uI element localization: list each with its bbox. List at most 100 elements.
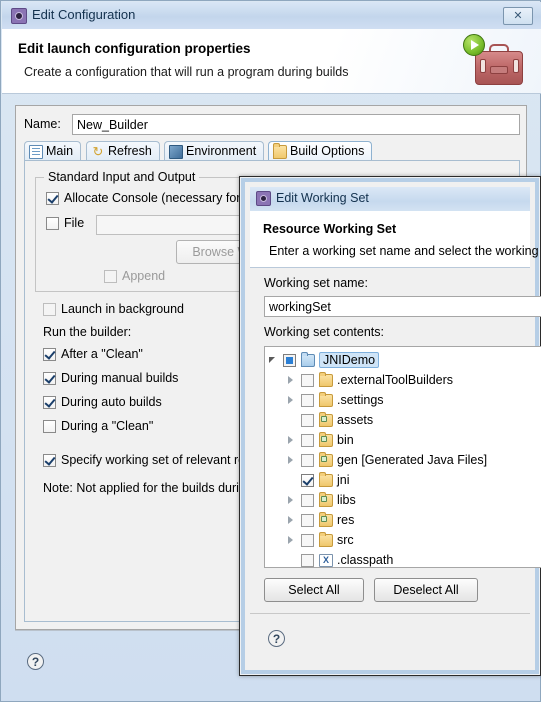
- after-clean-checkbox[interactable]: [43, 348, 56, 361]
- refresh-icon: ↻: [92, 144, 104, 159]
- tab-refresh-label: Refresh: [108, 144, 152, 158]
- help-icon[interactable]: ?: [27, 653, 44, 670]
- play-icon: [463, 34, 485, 56]
- during-manual-builds-label: During manual builds: [61, 371, 179, 385]
- working-set-name-input[interactable]: [264, 296, 541, 317]
- banner-subheading: Create a configuration that will run a p…: [24, 65, 349, 79]
- tree-row-label: gen [Generated Java Files]: [337, 453, 488, 467]
- banner: Edit launch configuration properties Cre…: [2, 29, 541, 94]
- chevron-right-icon[interactable]: [287, 376, 296, 385]
- source-folder-icon: [319, 492, 333, 507]
- working-set-tree[interactable]: JNIDemo .externalToolBuilders .settings ass…: [264, 346, 541, 568]
- tree-row-label: libs: [337, 493, 356, 507]
- tree-row-checkbox[interactable]: [301, 514, 314, 527]
- tab-main[interactable]: Main: [24, 141, 82, 161]
- tree-row[interactable]: jni: [265, 471, 541, 491]
- standard-io-group-caption: Standard Input and Output: [44, 170, 200, 184]
- tree-row-label: res: [337, 513, 355, 527]
- specify-working-set-label: Specify working set of relevant res: [61, 453, 252, 467]
- tree-row-checkbox[interactable]: [301, 414, 314, 427]
- tab-environment-label: Environment: [186, 144, 257, 158]
- during-auto-builds-checkbox[interactable]: [43, 396, 56, 409]
- chevron-right-icon[interactable]: [287, 456, 296, 465]
- tree-row[interactable]: X .classpath: [265, 551, 541, 567]
- chevron-right-icon[interactable]: [287, 496, 296, 505]
- tree-row-label: .externalToolBuilders: [337, 373, 454, 387]
- tree-row-checkbox[interactable]: [301, 494, 314, 507]
- tree-row-checkbox[interactable]: [301, 474, 314, 487]
- working-set-name-label: Working set name:: [264, 276, 368, 290]
- chevron-right-icon[interactable]: [287, 536, 296, 545]
- working-set-help-icon[interactable]: ?: [268, 630, 285, 647]
- xml-file-icon: X: [319, 554, 333, 567]
- tree-row-label: bin: [337, 433, 354, 447]
- tree-row-checkbox[interactable]: [283, 354, 296, 367]
- tab-environment[interactable]: Environment: [164, 141, 265, 161]
- tree-row[interactable]: bin: [265, 431, 541, 451]
- specify-working-set-checkbox[interactable]: [43, 454, 56, 467]
- tab-strip: Main ↻ Refresh Environment Build Options: [24, 141, 520, 161]
- tree-row[interactable]: assets: [265, 411, 541, 431]
- working-set-banner-subheading: Enter a working set name and select the …: [269, 244, 539, 258]
- working-set-banner: Resource Working Set Enter a working set…: [250, 211, 539, 268]
- source-folder-icon: [319, 512, 333, 527]
- screen-root: Edit Configuration ✕ Edit launch configu…: [0, 0, 541, 702]
- tree-row[interactable]: res: [265, 511, 541, 531]
- tree-row-checkbox[interactable]: [301, 534, 314, 547]
- tree-row-checkbox[interactable]: [301, 554, 314, 567]
- chevron-right-icon[interactable]: [287, 436, 296, 445]
- launch-in-background-checkbox[interactable]: [43, 303, 56, 316]
- source-folder-icon: [319, 452, 333, 467]
- name-input[interactable]: [72, 114, 520, 135]
- working-set-note: Note: Not applied for the builds duri: [43, 481, 239, 495]
- during-clean-checkbox[interactable]: [43, 420, 56, 433]
- tree-row[interactable]: libs: [265, 491, 541, 511]
- select-all-button[interactable]: Select All: [264, 578, 364, 602]
- tree-row-label: assets: [337, 413, 374, 427]
- deselect-all-button[interactable]: Deselect All: [374, 578, 478, 602]
- after-clean-label: After a "Clean": [61, 347, 143, 361]
- toolbox-run-icon: [463, 34, 525, 89]
- tree-row-checkbox[interactable]: [301, 374, 314, 387]
- launch-in-background-label: Launch in background: [61, 302, 185, 316]
- edit-working-set-window: Edit Working Set Resource Working Set En…: [239, 176, 541, 676]
- tree-row-label: src: [337, 533, 354, 547]
- append-checkbox[interactable]: [104, 270, 117, 283]
- allocate-console-label: Allocate Console (necessary for i: [64, 191, 247, 205]
- window-titlebar: Edit Configuration ✕: [2, 2, 541, 29]
- working-set-body: Working set name: Working set contents: …: [250, 268, 541, 665]
- tab-build-options[interactable]: Build Options: [268, 141, 373, 161]
- chevron-right-icon[interactable]: [287, 516, 296, 525]
- close-icon[interactable]: ✕: [503, 7, 533, 25]
- tree-row-checkbox[interactable]: [301, 434, 314, 447]
- tree-row[interactable]: gen [Generated Java Files]: [265, 451, 541, 471]
- banner-heading: Edit launch configuration properties: [18, 41, 251, 56]
- gear-icon: [256, 191, 271, 206]
- folder-icon: [319, 372, 333, 387]
- tree-row-label: .classpath: [337, 553, 394, 567]
- folder-icon: [273, 143, 287, 159]
- during-manual-builds-checkbox[interactable]: [43, 372, 56, 385]
- run-the-builder-label: Run the builder:: [43, 325, 132, 339]
- chevron-right-icon[interactable]: [287, 396, 296, 405]
- append-label: Append: [122, 269, 166, 283]
- name-label: Name:: [24, 117, 61, 131]
- tree-row[interactable]: .settings: [265, 391, 541, 411]
- chevron-down-icon[interactable]: [269, 356, 278, 365]
- tab-refresh[interactable]: ↻ Refresh: [86, 141, 160, 161]
- tree-row-label: .settings: [337, 393, 384, 407]
- tree-row-label: JNIDemo: [319, 352, 380, 368]
- tab-main-label: Main: [46, 144, 74, 158]
- tree-row-checkbox[interactable]: [301, 394, 314, 407]
- working-set-banner-heading: Resource Working Set: [263, 222, 397, 236]
- tree-row[interactable]: JNIDemo: [265, 351, 541, 371]
- tree-row[interactable]: src: [265, 531, 541, 551]
- tab-build-options-label: Build Options: [290, 144, 365, 158]
- during-clean-label: During a "Clean": [61, 419, 154, 433]
- source-folder-icon: [319, 412, 333, 427]
- tree-row-checkbox[interactable]: [301, 454, 314, 467]
- allocate-console-checkbox[interactable]: [46, 192, 59, 205]
- tree-row[interactable]: .externalToolBuilders: [265, 371, 541, 391]
- file-checkbox[interactable]: [46, 217, 59, 230]
- working-set-window-frame: Edit Working Set Resource Working Set En…: [241, 178, 541, 674]
